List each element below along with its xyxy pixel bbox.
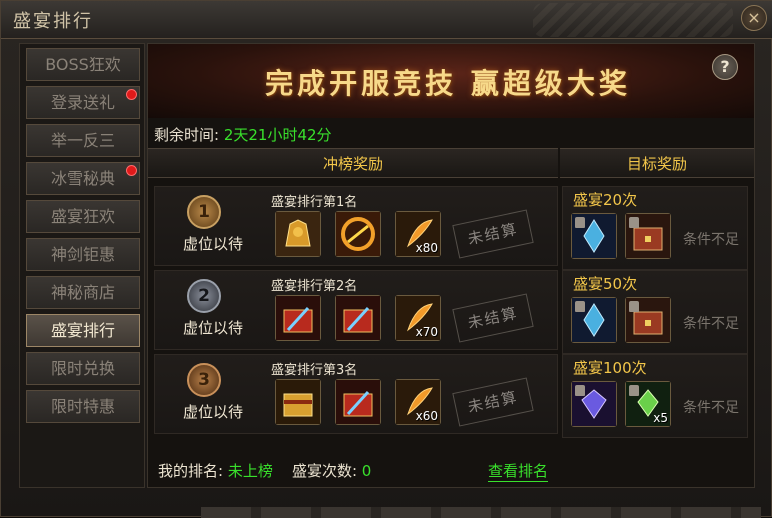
target-item-slot[interactable] [625, 297, 671, 343]
sidebar-item[interactable]: 冰雪秘典 [26, 162, 140, 195]
window-title: 盛宴排行 [13, 11, 93, 32]
rank-reward-row: 2 虚位以待 盛宴排行第2名未结算 x70 [154, 270, 558, 350]
sidebar-item-label: 盛宴排行 [50, 321, 115, 340]
my-rank-info: 我的排名: 未上榜 盛宴次数: 0 [158, 460, 371, 481]
sidebar-item-label: 盛宴狂欢 [50, 207, 115, 226]
notification-dot-icon [126, 89, 137, 100]
lock-icon [575, 301, 585, 312]
sidebar: BOSS狂欢 登录送礼举一反三冰雪秘典盛宴狂欢神剑钜惠神秘商店盛宴排行限时兑换限时… [19, 43, 145, 488]
unsettled-stamp: 未结算 [452, 377, 534, 427]
reward-item-slot[interactable] [335, 295, 381, 341]
rank-medal-icon: 1 [187, 195, 221, 229]
sidebar-item[interactable]: 举一反三 [26, 124, 140, 157]
sidebar-item[interactable]: 神秘商店 [26, 276, 140, 309]
unsettled-stamp: 未结算 [452, 293, 534, 343]
remaining-value: 2天21小时42分 [223, 126, 332, 144]
rank-rewards-header: 冲榜奖励 [148, 148, 558, 178]
reward-item-slot[interactable] [335, 211, 381, 257]
reward-item-slot[interactable]: x80 [395, 211, 441, 257]
rank-reward-row: 3 虚位以待 盛宴排行第3名未结算 x60 [154, 354, 558, 434]
target-reward-row: 盛宴100次条件不足 x5 [562, 354, 748, 438]
reward-item-slot[interactable]: x70 [395, 295, 441, 341]
rank-holder-name: 虚位以待 [182, 235, 243, 253]
sidebar-item[interactable]: 神剑钜惠 [26, 238, 140, 271]
target-label: 盛宴20次 [573, 191, 638, 209]
condition-status: 条件不足 [683, 316, 739, 332]
banner: 完成开服竞技 赢超级大奖 ? [148, 44, 754, 118]
feast-count-value: 0 [361, 462, 372, 480]
reward-item-slot[interactable]: x60 [395, 379, 441, 425]
remaining-time: 剩余时间: 2天21小时42分 [154, 124, 332, 145]
reward-qty: x5 [653, 411, 668, 425]
target-reward-row: 盛宴20次条件不足 [562, 186, 748, 270]
lock-icon [629, 301, 639, 312]
target-label: 盛宴100次 [573, 359, 647, 377]
title-bar: 盛宴排行 × [1, 1, 772, 39]
reward-qty: x60 [415, 409, 438, 423]
target-item-slot[interactable] [571, 297, 617, 343]
dragon-ornament [533, 3, 733, 37]
target-reward-row: 盛宴50次条件不足 [562, 270, 748, 354]
reward-item-slot[interactable] [275, 379, 321, 425]
target-item-slot[interactable]: x5 [625, 381, 671, 427]
rank-title: 盛宴排行第3名 [271, 363, 358, 378]
rank-holder-name: 虚位以待 [182, 403, 243, 421]
sidebar-item-label: 举一反三 [50, 131, 115, 150]
reward-item-slot[interactable] [275, 211, 321, 257]
bottom-strip [201, 507, 761, 518]
sidebar-item-label: 限时特惠 [50, 397, 115, 416]
unsettled-stamp: 未结算 [452, 209, 534, 259]
target-label: 盛宴50次 [573, 275, 638, 293]
sidebar-item[interactable]: 登录送礼 [26, 86, 140, 119]
close-button[interactable]: × [741, 5, 767, 31]
lock-icon [629, 217, 639, 228]
sidebar-item[interactable]: BOSS狂欢 [26, 48, 140, 81]
view-rank-link[interactable]: 查看排名 [488, 460, 549, 482]
sidebar-item[interactable]: 限时特惠 [26, 390, 140, 423]
rank-title: 盛宴排行第1名 [271, 195, 358, 210]
sidebar-item-label: 冰雪秘典 [50, 169, 115, 188]
remaining-label: 剩余时间: [154, 126, 220, 144]
target-item-slot[interactable] [625, 213, 671, 259]
sidebar-item[interactable]: 盛宴排行 [26, 314, 140, 347]
condition-status: 条件不足 [683, 232, 739, 248]
sidebar-item[interactable]: 盛宴狂欢 [26, 200, 140, 233]
reward-qty: x80 [415, 241, 438, 255]
reward-item-slot[interactable] [335, 379, 381, 425]
my-rank-label: 我的排名: [158, 462, 224, 480]
lock-icon [575, 385, 585, 396]
rank-medal-icon: 3 [187, 363, 221, 397]
sidebar-item-label: 限时兑换 [50, 359, 115, 378]
rank-title: 盛宴排行第2名 [271, 279, 358, 294]
sidebar-item[interactable]: 限时兑换 [26, 352, 140, 385]
sidebar-item-label: 神剑钜惠 [50, 245, 115, 264]
banner-text: 完成开服竞技 赢超级大奖 [265, 67, 631, 100]
feast-count-label: 盛宴次数: [291, 462, 357, 480]
lock-icon [629, 385, 639, 396]
lock-icon [575, 217, 585, 228]
sidebar-item-label: 神秘商店 [50, 283, 115, 302]
rank-holder-name: 虚位以待 [182, 319, 243, 337]
my-rank-value: 未上榜 [227, 462, 273, 480]
sidebar-item-label: BOSS狂欢 [45, 55, 121, 74]
rank-reward-row: 1 虚位以待 盛宴排行第1名未结算 x80 [154, 186, 558, 266]
close-icon: × [747, 8, 761, 27]
ranking-window: 盛宴排行 × BOSS狂欢 登录送礼 举一反三 冰雪秘典 盛宴狂欢 神剑钜惠 神秘商店 盛宴排… [0, 0, 772, 518]
notification-dot-icon [126, 165, 137, 176]
reward-item-slot[interactable] [275, 295, 321, 341]
sidebar-item-label: 登录送礼 [50, 93, 115, 112]
reward-qty: x70 [415, 325, 438, 339]
condition-status: 条件不足 [683, 400, 739, 416]
main-panel: 完成开服竞技 赢超级大奖 ? 剩余时间: 2天21小时42分 冲榜奖励 目标奖励… [147, 43, 755, 488]
target-rewards-header: 目标奖励 [560, 148, 754, 178]
target-item-slot[interactable] [571, 381, 617, 427]
target-item-slot[interactable] [571, 213, 617, 259]
help-button[interactable]: ? [712, 54, 738, 80]
rank-medal-icon: 2 [187, 279, 221, 313]
